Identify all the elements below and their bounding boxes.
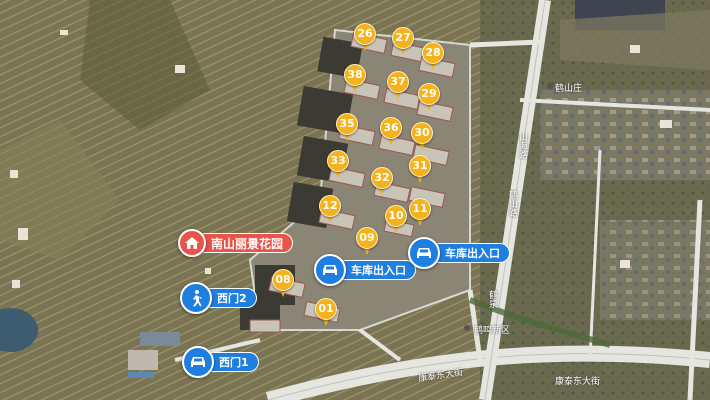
community-name-badge[interactable]: 南山丽景花园 bbox=[178, 229, 294, 257]
building-pin-32[interactable]: 32 bbox=[371, 167, 393, 197]
satellite-map[interactable]: 鹤山庄 山海路 鹤山路 鹤泉 鹤鸣新区 康泰东大街 康泰东大街 26 27 28 38… bbox=[0, 0, 710, 400]
building-number: 01 bbox=[315, 298, 337, 320]
building-number: 08 bbox=[272, 269, 294, 291]
building-number: 29 bbox=[418, 83, 440, 105]
building-pin-01[interactable]: 01 bbox=[315, 298, 337, 328]
road-label-vertical-1: 鹤山路 bbox=[507, 190, 517, 217]
building-number: 12 bbox=[319, 195, 341, 217]
building-pin-31[interactable]: 31 bbox=[409, 155, 431, 185]
community-dot-icon bbox=[464, 325, 470, 331]
building-number: 28 bbox=[422, 42, 444, 64]
building-pin-26[interactable]: 26 bbox=[354, 23, 376, 53]
building-number: 33 bbox=[327, 150, 349, 172]
building-number: 30 bbox=[411, 122, 433, 144]
road-label-horizontal-2: 康泰东大街 bbox=[555, 377, 601, 387]
car-icon bbox=[182, 346, 214, 378]
building-pin-30[interactable]: 30 bbox=[411, 122, 433, 152]
building-number: 32 bbox=[371, 167, 393, 189]
road-label-vertical-2: 山海路 bbox=[517, 132, 527, 159]
building-pin-10[interactable]: 10 bbox=[385, 205, 407, 235]
building-pin-37[interactable]: 37 bbox=[387, 71, 409, 101]
community-name-label: 南山丽景花园 bbox=[196, 233, 294, 253]
building-pin-09[interactable]: 09 bbox=[356, 227, 378, 257]
home-icon bbox=[178, 229, 206, 257]
garage-entrance-2[interactable]: 车库出入口 bbox=[408, 237, 510, 269]
building-number: 27 bbox=[392, 27, 414, 49]
building-pin-28[interactable]: 28 bbox=[422, 42, 444, 72]
building-number: 37 bbox=[387, 71, 409, 93]
building-number: 10 bbox=[385, 205, 407, 227]
pedestrian-icon bbox=[180, 282, 212, 314]
garage-entrance-label: 车库出入口 bbox=[430, 243, 510, 263]
building-pin-38[interactable]: 38 bbox=[344, 64, 366, 94]
building-number: 36 bbox=[380, 117, 402, 139]
car-icon bbox=[314, 254, 346, 286]
west-gate-2[interactable]: 西门2 bbox=[180, 282, 257, 314]
road-label-small: 鹤泉 bbox=[487, 290, 497, 308]
satellite-terrain bbox=[0, 0, 710, 400]
car-icon bbox=[408, 237, 440, 269]
garage-entrance-1[interactable]: 车库出入口 bbox=[314, 254, 416, 286]
building-pin-27[interactable]: 27 bbox=[392, 27, 414, 57]
building-pin-35[interactable]: 35 bbox=[336, 113, 358, 143]
building-number: 09 bbox=[356, 227, 378, 249]
village-label: 鹤山庄 bbox=[555, 84, 583, 94]
building-number: 35 bbox=[336, 113, 358, 135]
west-gate-1[interactable]: 西门1 bbox=[182, 346, 259, 378]
building-number: 26 bbox=[354, 23, 376, 45]
building-pin-29[interactable]: 29 bbox=[418, 83, 440, 113]
building-pin-36[interactable]: 36 bbox=[380, 117, 402, 147]
building-pin-12[interactable]: 12 bbox=[319, 195, 341, 225]
building-pin-11[interactable]: 11 bbox=[409, 198, 431, 228]
building-number: 31 bbox=[409, 155, 431, 177]
building-pin-33[interactable]: 33 bbox=[327, 150, 349, 180]
garage-entrance-label: 车库出入口 bbox=[336, 260, 416, 280]
community-label: 鹤鸣新区 bbox=[474, 326, 511, 336]
village-dot-icon bbox=[547, 83, 553, 89]
building-number: 11 bbox=[409, 198, 431, 220]
building-pin-08[interactable]: 08 bbox=[272, 269, 294, 299]
building-number: 38 bbox=[344, 64, 366, 86]
